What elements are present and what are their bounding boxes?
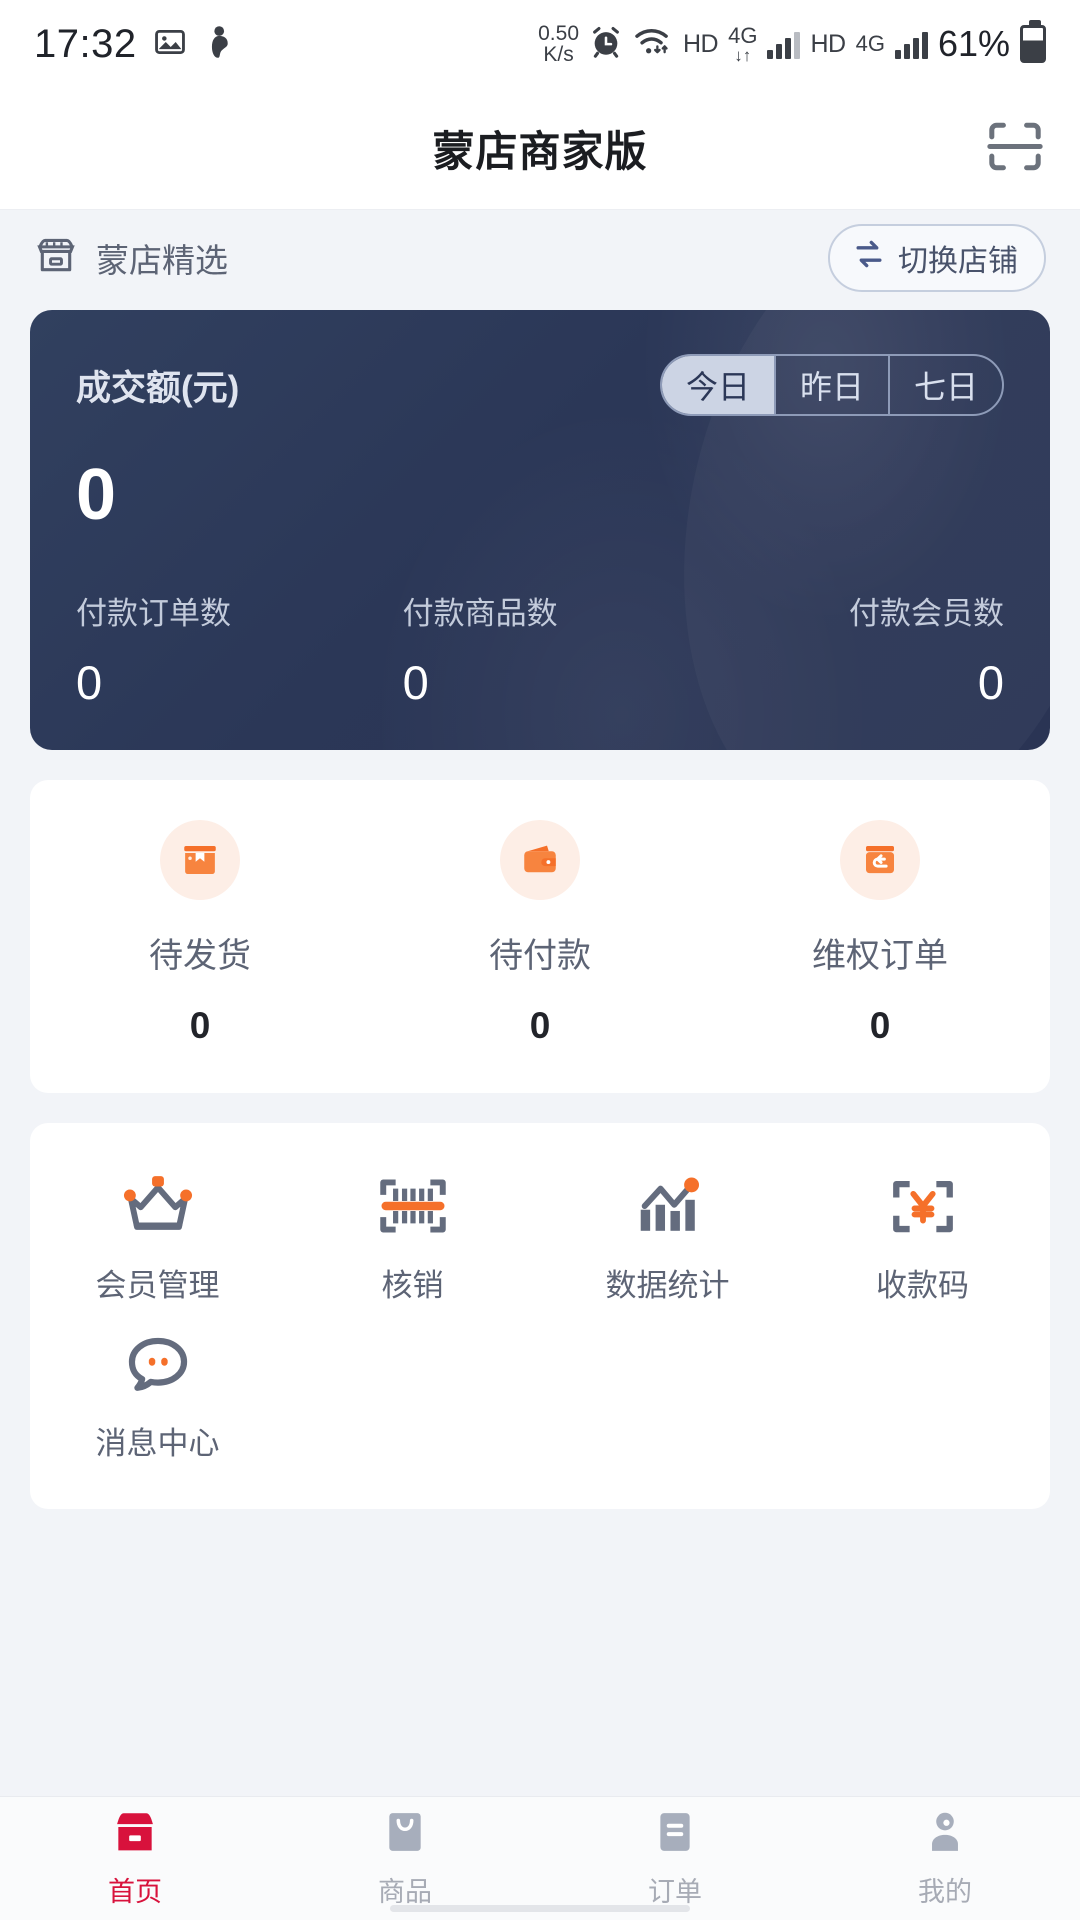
- home-indicator: [390, 1905, 690, 1912]
- order-status-label: 待发货: [149, 928, 251, 977]
- status-bar: 17:32 0.50 K/s HD 4G ↓↑ HD 4G 61%: [0, 0, 1080, 88]
- tab-products[interactable]: 商品: [270, 1809, 540, 1909]
- order-status-pending-shipment[interactable]: 待发货 0: [30, 820, 370, 1047]
- person-icon: [203, 25, 233, 64]
- function-label: 核销: [382, 1260, 444, 1305]
- wallet-icon: [500, 820, 580, 900]
- function-member-management[interactable]: 会员管理: [30, 1157, 285, 1315]
- hd-indicator-1: HD: [683, 30, 718, 59]
- order-status-card: 待发货 0 待付款 0 维权订单 0: [30, 780, 1050, 1093]
- function-grid-card: 会员管理 核销: [30, 1123, 1050, 1509]
- function-label: 会员管理: [96, 1260, 220, 1305]
- order-status-pending-payment[interactable]: 待付款 0: [370, 820, 710, 1047]
- scan-icon[interactable]: [986, 118, 1044, 179]
- switch-shop-label: 切换店铺: [898, 236, 1018, 280]
- function-grid-spacer: [285, 1315, 540, 1473]
- function-grid-row-2: 消息中心: [30, 1315, 1050, 1473]
- alarm-icon: [589, 25, 623, 64]
- tab-home[interactable]: 首页: [0, 1809, 270, 1909]
- page-title: 蒙店商家版: [432, 118, 647, 179]
- stat-label: 付款会员数: [703, 588, 1004, 633]
- order-status-label: 维权订单: [812, 928, 948, 977]
- function-label: 数据统计: [606, 1260, 730, 1305]
- chat-bubble-icon: [122, 1333, 194, 1400]
- qr-yuan-icon: [889, 1175, 957, 1242]
- store-icon: [110, 1809, 160, 1860]
- stat-paid-members: 付款会员数 0: [703, 588, 1004, 710]
- crown-icon: [121, 1175, 195, 1242]
- stat-value: 0: [403, 655, 704, 710]
- store-icon: [34, 235, 78, 282]
- person-icon: [924, 1809, 966, 1860]
- stat-value: 0: [76, 655, 377, 710]
- tab-profile[interactable]: 我的: [810, 1809, 1080, 1909]
- stat-label: 付款订单数: [76, 588, 377, 633]
- sales-label: 成交额(元): [76, 360, 239, 411]
- sales-card-header: 成交额(元) 今日 昨日 七日: [76, 354, 1004, 416]
- function-payment-code[interactable]: 收款码: [795, 1157, 1050, 1315]
- net-speed-value: 0.50: [538, 23, 579, 44]
- current-shop[interactable]: 蒙店精选: [34, 234, 228, 282]
- network-type-2: 4G: [856, 33, 885, 55]
- battery-icon: [1020, 25, 1046, 63]
- image-icon: [153, 25, 187, 64]
- signal-bars-2: [895, 29, 928, 59]
- order-list-icon: [654, 1809, 696, 1860]
- order-status-value: 0: [190, 1005, 211, 1047]
- status-time: 17:32: [34, 22, 137, 67]
- bag-icon: [384, 1809, 426, 1860]
- network-type-1: 4G ↓↑: [728, 25, 757, 64]
- package-icon: [160, 820, 240, 900]
- barcode-scan-icon: [378, 1175, 448, 1242]
- hd-indicator-2: HD: [810, 30, 845, 59]
- function-message-center[interactable]: 消息中心: [30, 1315, 285, 1473]
- signal-bars-1: [767, 29, 800, 59]
- function-grid-spacer: [540, 1315, 795, 1473]
- period-tab-yesterday[interactable]: 昨日: [774, 356, 888, 414]
- order-status-value: 0: [530, 1005, 551, 1047]
- sales-summary-card: 成交额(元) 今日 昨日 七日 0 付款订单数 0 付款商品数 0 付款会员数 …: [30, 310, 1050, 750]
- status-bar-left: 17:32: [34, 22, 233, 67]
- app-header: 蒙店商家版: [0, 88, 1080, 210]
- stat-paid-products: 付款商品数 0: [377, 588, 704, 710]
- switch-shop-button[interactable]: 切换店铺: [828, 224, 1046, 292]
- order-status-refund[interactable]: 维权订单 0: [710, 820, 1050, 1047]
- bar-chart-icon: [632, 1175, 704, 1242]
- shop-row: 蒙店精选 切换店铺: [0, 210, 1080, 306]
- function-data-statistics[interactable]: 数据统计: [540, 1157, 795, 1315]
- return-box-icon: [840, 820, 920, 900]
- sales-amount-value: 0: [76, 454, 1004, 536]
- function-grid-spacer: [795, 1315, 1050, 1473]
- tab-orders[interactable]: 订单: [540, 1809, 810, 1909]
- tab-label: 订单: [648, 1870, 702, 1909]
- function-verification[interactable]: 核销: [285, 1157, 540, 1315]
- stat-label: 付款商品数: [403, 588, 704, 633]
- period-segmented-control[interactable]: 今日 昨日 七日: [660, 354, 1004, 416]
- tab-label: 我的: [918, 1870, 972, 1909]
- function-grid-row-1: 会员管理 核销: [30, 1157, 1050, 1315]
- shop-name: 蒙店精选: [96, 234, 228, 282]
- network-label-1: 4G: [728, 25, 757, 47]
- stat-value: 0: [703, 655, 1004, 710]
- battery-percent: 61%: [938, 23, 1010, 65]
- sales-stats-row: 付款订单数 0 付款商品数 0 付款会员数 0: [30, 588, 1050, 710]
- network-label-2: 4G: [856, 33, 885, 55]
- period-tab-seven-days[interactable]: 七日: [888, 356, 1002, 414]
- swap-icon: [852, 237, 886, 279]
- order-status-value: 0: [870, 1005, 891, 1047]
- net-speed-unit: K/s: [543, 44, 573, 65]
- net-speed: 0.50 K/s: [538, 23, 579, 65]
- status-bar-right: 0.50 K/s HD 4G ↓↑ HD 4G 61%: [538, 23, 1046, 65]
- tab-label: 首页: [108, 1870, 162, 1909]
- bottom-tab-bar: 首页 商品 订单 我的: [0, 1796, 1080, 1920]
- period-tab-today[interactable]: 今日: [662, 356, 774, 414]
- wifi-icon: [633, 26, 673, 63]
- function-label: 收款码: [876, 1260, 969, 1305]
- data-arrows-icon: ↓↑: [734, 47, 751, 64]
- stat-paid-orders: 付款订单数 0: [76, 588, 377, 710]
- function-label: 消息中心: [96, 1418, 220, 1463]
- order-status-label: 待付款: [489, 928, 591, 977]
- tab-label: 商品: [378, 1870, 432, 1909]
